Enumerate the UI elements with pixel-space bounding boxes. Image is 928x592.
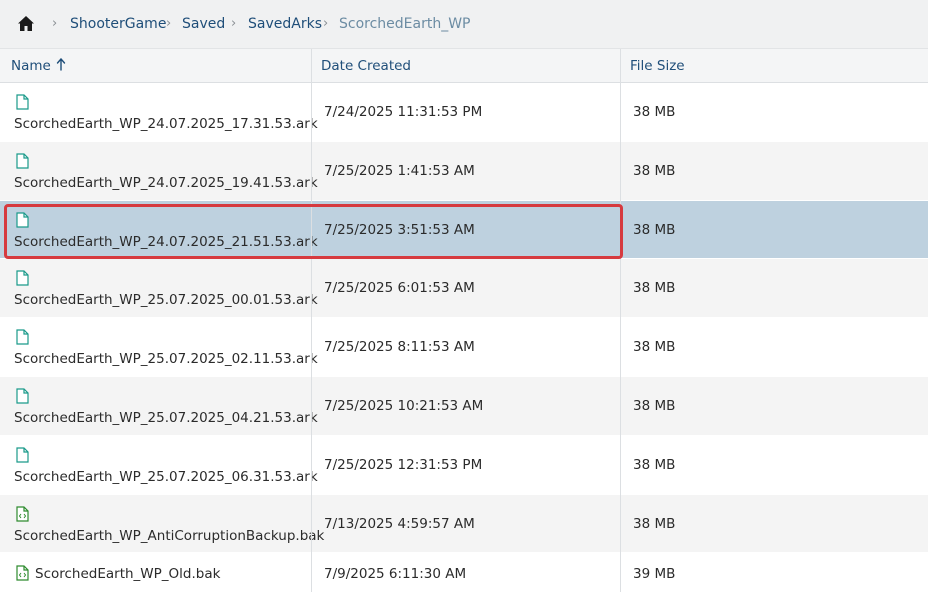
file-date: 7/9/2025 6:11:30 AM bbox=[324, 566, 467, 583]
file-icon bbox=[16, 329, 29, 345]
table-row[interactable]: ScorchedEarth_WP_24.07.2025_17.31.53.ark… bbox=[0, 83, 928, 142]
column-header-name[interactable]: Name bbox=[11, 49, 51, 83]
breadcrumb-shootergame[interactable]: ShooterGame bbox=[70, 15, 166, 33]
file-size: 38 MB bbox=[633, 397, 676, 414]
file-date: 7/25/2025 8:11:53 AM bbox=[324, 339, 475, 356]
file-name[interactable]: ScorchedEarth_WP_24.07.2025_17.31.53.ark bbox=[14, 115, 318, 133]
file-name[interactable]: ScorchedEarth_WP_24.07.2025_19.41.53.ark bbox=[14, 174, 318, 192]
file-size: 38 MB bbox=[633, 515, 676, 532]
file-icon bbox=[16, 153, 29, 169]
breadcrumb-savedarks[interactable]: SavedArks bbox=[248, 15, 322, 33]
chevron-right-icon: › bbox=[231, 16, 237, 31]
table-row[interactable]: ScorchedEarth_WP_25.07.2025_04.21.53.ark… bbox=[0, 376, 928, 436]
table-row[interactable]: ScorchedEarth_WP_24.07.2025_21.51.53.ark… bbox=[0, 200, 928, 260]
file-name[interactable]: ScorchedEarth_WP_25.07.2025_00.01.53.ark bbox=[14, 291, 318, 309]
file-date: 7/25/2025 3:51:53 AM bbox=[324, 221, 475, 238]
table-header: Name Date Created File Size bbox=[0, 49, 928, 83]
table-row[interactable]: ScorchedEarth_WP_Old.bak 7/9/2025 6:11:30… bbox=[0, 553, 928, 592]
column-header-size[interactable]: File Size bbox=[630, 49, 685, 83]
file-size: 38 MB bbox=[633, 339, 676, 356]
column-header-date[interactable]: Date Created bbox=[321, 49, 411, 83]
file-name[interactable]: ScorchedEarth_WP_Old.bak bbox=[35, 565, 220, 583]
file-icon bbox=[16, 94, 29, 110]
breadcrumb-current: ScorchedEarth_WP bbox=[339, 16, 471, 32]
file-size: 38 MB bbox=[633, 162, 676, 179]
column-divider bbox=[620, 49, 621, 592]
table-row[interactable]: ScorchedEarth_WP_25.07.2025_00.01.53.ark… bbox=[0, 259, 928, 319]
file-size: 38 MB bbox=[633, 221, 676, 238]
home-icon[interactable] bbox=[17, 15, 35, 32]
table-row[interactable]: ScorchedEarth_WP_25.07.2025_02.11.53.ark… bbox=[0, 318, 928, 377]
table-row[interactable]: ScorchedEarth_WP_AntiCorruptionBackup.ba… bbox=[0, 494, 928, 554]
file-size: 39 MB bbox=[633, 566, 676, 583]
file-size: 38 MB bbox=[633, 104, 676, 120]
file-date: 7/25/2025 10:21:53 AM bbox=[324, 397, 484, 414]
table-row[interactable]: ScorchedEarth_WP_25.07.2025_06.31.53.ark… bbox=[0, 436, 928, 495]
file-icon bbox=[16, 270, 29, 286]
breadcrumb-saved[interactable]: Saved bbox=[182, 15, 225, 33]
code-file-icon bbox=[16, 505, 29, 522]
table-row[interactable]: ScorchedEarth_WP_24.07.2025_19.41.53.ark… bbox=[0, 141, 928, 201]
file-date: 7/13/2025 4:59:57 AM bbox=[324, 515, 475, 532]
file-date: 7/24/2025 11:31:53 PM bbox=[324, 104, 483, 120]
chevron-right-icon: › bbox=[166, 16, 172, 31]
file-date: 7/25/2025 1:41:53 AM bbox=[324, 162, 475, 179]
column-header-name-label: Name bbox=[11, 58, 51, 74]
file-name[interactable]: ScorchedEarth_WP_25.07.2025_06.31.53.ark bbox=[14, 468, 318, 486]
file-date: 7/25/2025 12:31:53 PM bbox=[324, 456, 483, 473]
file-icon bbox=[16, 447, 29, 463]
file-name[interactable]: ScorchedEarth_WP_25.07.2025_02.11.53.ark bbox=[14, 350, 318, 368]
code-file-icon bbox=[16, 565, 29, 581]
file-name[interactable]: ScorchedEarth_WP_AntiCorruptionBackup.ba… bbox=[14, 527, 324, 545]
chevron-right-icon: › bbox=[52, 16, 58, 31]
file-list: ScorchedEarth_WP_24.07.2025_17.31.53.ark… bbox=[0, 83, 928, 592]
sort-ascending-icon[interactable] bbox=[56, 58, 66, 72]
file-name[interactable]: ScorchedEarth_WP_24.07.2025_21.51.53.ark bbox=[14, 233, 318, 251]
file-date: 7/25/2025 6:01:53 AM bbox=[324, 280, 475, 297]
file-icon bbox=[16, 211, 29, 228]
column-divider bbox=[311, 49, 312, 592]
chevron-right-icon: › bbox=[323, 16, 329, 31]
file-size: 38 MB bbox=[633, 456, 676, 473]
file-name[interactable]: ScorchedEarth_WP_25.07.2025_04.21.53.ark bbox=[14, 409, 318, 427]
file-icon bbox=[16, 388, 29, 404]
breadcrumb: › ShooterGame › Saved › SavedArks › Scor… bbox=[0, 0, 928, 49]
file-size: 38 MB bbox=[633, 280, 676, 297]
